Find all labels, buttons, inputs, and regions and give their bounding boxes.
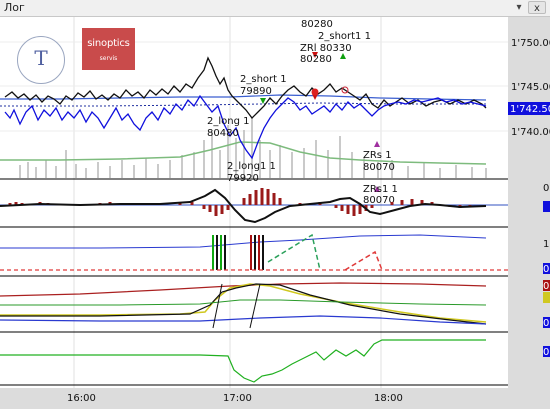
long-arrow-marker-2: [260, 98, 266, 104]
pane-separators: [0, 178, 508, 386]
signal-dot: [311, 88, 319, 96]
annotation-label: 79890: [240, 86, 272, 97]
indicator-badge-label: 0: [543, 347, 549, 358]
price-moving-average-dotted: [0, 102, 486, 107]
annotation-label: ZRl 80330: [300, 43, 352, 54]
indicator-value-badge: [543, 201, 550, 212]
window-title: Лог: [4, 1, 25, 14]
price-tick-label: 1'740.00: [511, 127, 550, 138]
lines-pane-marker-1: [212, 283, 223, 329]
price-tick-label: 1'750.00: [511, 38, 550, 49]
brand-logo: sinoptics servis: [82, 28, 135, 70]
oscillator-signal-line: [0, 188, 487, 224]
annotation-label: 80070: [363, 162, 395, 173]
time-tick-label: 16:00: [67, 393, 96, 404]
annotation-label: ZRs 1: [363, 150, 392, 161]
brand-logo-name: sinoptics: [87, 38, 130, 49]
signal-pane-bars: [212, 235, 264, 270]
annotation-label: 80280: [301, 19, 333, 30]
zrs-arrow-marker-1: [374, 141, 380, 147]
signal-pane-red-dashed: [344, 250, 383, 271]
annotation-label: 80070: [363, 195, 395, 206]
indicator-badge-label: 0: [543, 318, 549, 329]
indicator-badge-label: 0: [543, 264, 549, 275]
oscillator-histogram: [8, 188, 472, 216]
trading-chart[interactable]: 80280 2_short1 1 ZRl 80330 80280 2_short…: [0, 17, 550, 409]
seal-logo-mark: Т: [34, 46, 48, 70]
window-titlebar: Лог ▾ x: [0, 0, 550, 17]
bottom-pane-green-line: [0, 339, 486, 383]
indicator-tick-label: 1: [543, 239, 549, 250]
time-tick-label: 17:00: [223, 393, 252, 404]
lines-pane-blue-line: [0, 315, 487, 325]
close-button[interactable]: x: [528, 1, 546, 14]
annotation-label: 2_long 1: [207, 116, 250, 127]
current-price-label: 1'742.50: [510, 104, 550, 115]
annotation-label: 2_long1 1: [227, 161, 276, 172]
annotation-label: ZRs1 1: [363, 184, 398, 195]
trade-markers: [260, 52, 380, 192]
time-tick-label: 18:00: [374, 393, 403, 404]
signal-pane-blue-line: [0, 234, 487, 249]
annotation-label: 80480: [207, 128, 239, 139]
brand-logo-subtitle: servis: [99, 55, 118, 62]
price-tick-label: 1'745.00: [511, 82, 550, 93]
seal-logo: Т: [17, 36, 65, 84]
lines-pane-green-line: [0, 299, 487, 306]
lines-pane-marker-2: [249, 283, 261, 329]
annotation-label: 79920: [227, 173, 259, 184]
annotation-label: 2_short 1: [240, 74, 287, 85]
price-candles-blue: [4, 94, 487, 160]
indicator-tick-label: 0: [543, 183, 549, 194]
hide-panel-button[interactable]: ▾: [512, 1, 526, 14]
indicator-badge-label: 0: [543, 281, 549, 292]
indicator-value-badge: [543, 292, 550, 303]
annotation-label: 80280: [300, 54, 332, 65]
annotation-label: 2_short1 1: [318, 31, 371, 42]
